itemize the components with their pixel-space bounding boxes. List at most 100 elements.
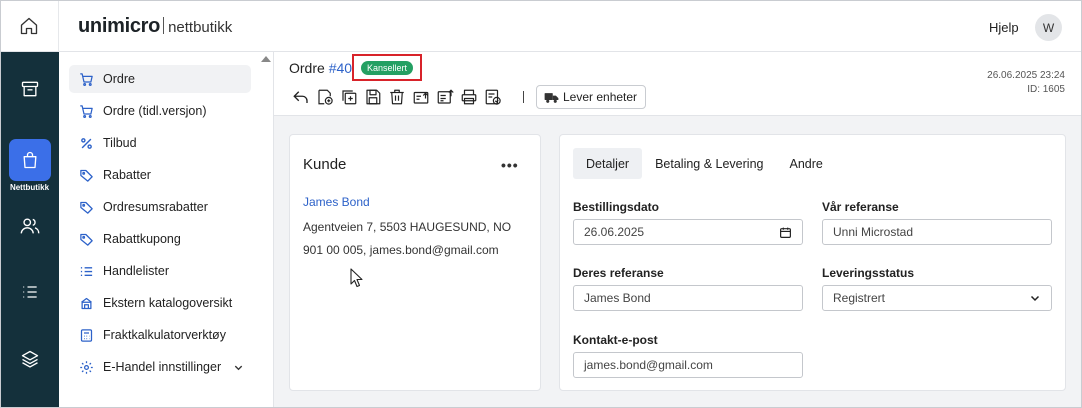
invoice-button[interactable] <box>481 86 505 108</box>
home-button[interactable] <box>0 0 59 52</box>
rail-item-archive[interactable] <box>0 79 59 99</box>
customer-card: Kunde ••• James Bond Agentveien 7, 5503 … <box>289 134 541 391</box>
save-icon <box>366 89 381 105</box>
sidebar-item-ordre[interactable]: Ordre <box>69 65 251 93</box>
tag-icon <box>79 201 93 214</box>
their-reference-value: James Bond <box>584 291 651 305</box>
main-rail: Nettbutikk <box>0 52 59 408</box>
order-date: 26.06.2025 23:24 <box>987 70 1065 81</box>
home-icon <box>20 17 38 35</box>
cart-icon <box>79 104 93 118</box>
invoice-check-icon <box>485 89 501 105</box>
sidebar-item-rabattkupong[interactable]: Rabattkupong <box>69 225 251 253</box>
brand-logo[interactable]: unimicro nettbutikk <box>78 15 232 38</box>
our-reference-input[interactable]: Unni Microstad <box>822 219 1052 245</box>
calendar-icon <box>780 227 791 238</box>
chevron-down-icon <box>1030 295 1040 302</box>
copy-order-button[interactable] <box>337 86 361 108</box>
contact-email-value: james.bond@gmail.com <box>584 358 713 372</box>
sidebar-item-label: Ordre (tidl.versjon) <box>103 104 207 118</box>
brand-separator <box>163 17 165 34</box>
sidebar-item-label: Ordresumsrabatter <box>103 200 208 214</box>
customer-card-title: Kunde <box>303 156 347 173</box>
new-order-button[interactable] <box>313 86 337 108</box>
rail-item-layers[interactable] <box>0 349 59 369</box>
deliver-units-button[interactable]: Lever enheter <box>536 85 647 109</box>
copy-add-icon <box>342 90 357 105</box>
contact-email-input[interactable]: james.bond@gmail.com <box>573 352 803 378</box>
rail-item-list[interactable] <box>0 282 59 302</box>
export-icon <box>413 91 429 104</box>
delivery-status-select[interactable]: Registrert <box>822 285 1052 311</box>
secondary-sidebar: Ordre Ordre (tidl.versjon) Tilbud Rabatt… <box>59 52 274 408</box>
rail-item-nettbutikk[interactable] <box>9 139 51 181</box>
sidebar-item-label: E-Handel innstillinger <box>103 360 222 374</box>
back-button[interactable] <box>289 86 313 108</box>
details-card: Detaljer Betaling & Levering Andre Besti… <box>559 134 1066 391</box>
sidebar-item-label: Ordre <box>103 72 135 86</box>
sidebar-item-fraktkalkulator[interactable]: Fraktkalkulatorverktøy <box>69 321 251 349</box>
our-reference-value: Unni Microstad <box>833 225 914 239</box>
order-toolbar: Lever enheter <box>289 85 647 109</box>
more-options-button[interactable]: ••• <box>501 157 519 173</box>
sidebar-item-label: Tilbud <box>103 136 137 150</box>
list-icon <box>80 266 92 276</box>
order-number-link[interactable]: #40 <box>329 60 352 76</box>
delete-button[interactable] <box>385 86 409 108</box>
contact-email-label: Kontakt-e-post <box>573 333 658 347</box>
cart-icon <box>79 72 93 86</box>
document-send-icon <box>437 89 454 104</box>
sidebar-item-label: Fraktkalkulatorverktøy <box>103 328 226 342</box>
scroll-up-arrow[interactable] <box>261 56 271 62</box>
archive-icon <box>21 81 38 97</box>
order-header: Ordre #40 Kansellert Lever enheter 26.06… <box>274 52 1082 116</box>
sidebar-item-label: Rabatter <box>103 168 151 182</box>
customer-contact: 901 00 005, james.bond@gmail.com <box>303 243 499 257</box>
print-button[interactable] <box>457 86 481 108</box>
catalog-icon <box>80 297 92 309</box>
sidebar-item-ordre-tidl[interactable]: Ordre (tidl.versjon) <box>69 97 251 125</box>
layers-icon <box>21 350 38 368</box>
help-link[interactable]: Hjelp <box>989 20 1019 35</box>
rail-label-nettbutikk: Nettbutikk <box>9 183 50 192</box>
user-avatar[interactable]: W <box>1035 14 1062 41</box>
order-id: ID: 1605 <box>1027 84 1065 95</box>
order-meta: 26.06.2025 23:24 ID: 1605 <box>987 69 1065 97</box>
details-tabs: Detaljer Betaling & Levering Andre <box>573 148 836 179</box>
top-bar: unimicro nettbutikk Hjelp W <box>0 0 1082 52</box>
tab-betaling-levering[interactable]: Betaling & Levering <box>642 148 776 179</box>
tag-icon <box>79 233 93 246</box>
sidebar-item-ekstern-katalog[interactable]: Ekstern katalogoversikt <box>69 289 251 317</box>
customer-address: Agentveien 7, 5503 HAUGESUND, NO <box>303 220 512 234</box>
send-button[interactable] <box>433 86 457 108</box>
status-highlight-box: Kansellert <box>352 54 422 81</box>
sidebar-item-rabatter[interactable]: Rabatter <box>69 161 251 189</box>
status-badge: Kansellert <box>360 60 414 75</box>
customer-name-link[interactable]: James Bond <box>303 195 370 209</box>
delivery-status-label: Leveringsstatus <box>822 266 915 280</box>
their-reference-input[interactable]: James Bond <box>573 285 803 311</box>
sidebar-item-ehandel-innstillinger[interactable]: E-Handel innstillinger <box>69 353 251 381</box>
percent-icon <box>80 137 92 149</box>
deliver-units-label: Lever enheter <box>563 90 638 104</box>
tab-andre[interactable]: Andre <box>776 148 835 179</box>
toolbar-divider <box>523 91 524 103</box>
sidebar-item-label: Handlelister <box>103 264 170 278</box>
sidebar-item-ordresumsrabatter[interactable]: Ordresumsrabatter <box>69 193 251 221</box>
tab-detaljer[interactable]: Detaljer <box>573 148 643 179</box>
export-button[interactable] <box>409 86 433 108</box>
sidebar-item-tilbud[interactable]: Tilbud <box>69 129 251 157</box>
pointer-cursor-icon <box>350 268 363 288</box>
save-button[interactable] <box>361 86 385 108</box>
trash-icon <box>390 89 404 105</box>
new-document-icon <box>318 89 333 105</box>
chevron-down-icon <box>234 365 243 370</box>
our-reference-label: Vår referanse <box>822 200 899 214</box>
users-icon <box>20 218 39 234</box>
sidebar-item-handlelister[interactable]: Handlelister <box>69 257 251 285</box>
mouse-cursor <box>350 268 364 291</box>
undo-arrow-icon <box>293 91 308 103</box>
rail-item-users[interactable] <box>0 215 59 237</box>
order-date-input[interactable]: 26.06.2025 <box>573 219 803 245</box>
tag-icon <box>79 169 93 182</box>
